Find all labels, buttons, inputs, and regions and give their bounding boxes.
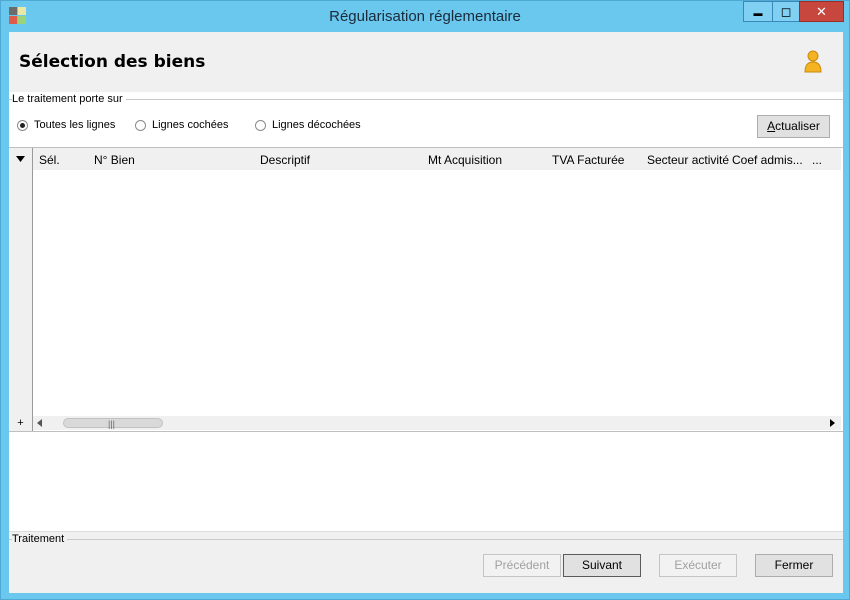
title-bar[interactable]: Régularisation réglementaire ▬ ◻ ✕ — [1, 1, 849, 32]
app-window: Régularisation réglementaire ▬ ◻ ✕ Sélec… — [0, 0, 850, 600]
grid-row-header: + — [9, 148, 33, 431]
treatment-group-line — [9, 539, 843, 540]
treatment-group-label: Traitement — [12, 533, 68, 545]
radio-unchecked-icon — [135, 119, 146, 131]
radio-all-lines[interactable]: Toutes les lignes — [17, 117, 115, 133]
details-area — [9, 432, 843, 532]
column-header-asset-number[interactable]: N° Bien — [94, 153, 135, 167]
page-header: Sélection des biens — [9, 32, 843, 92]
window-content: Sélection des biens Le traitement porte … — [9, 32, 843, 593]
radio-unchecked-icon — [255, 119, 266, 131]
radio-unchecked-lines[interactable]: Lignes décochées — [255, 117, 361, 133]
scrollbar-grip-icon: ||| — [108, 419, 116, 429]
close-icon: ✕ — [816, 4, 827, 19]
maximize-button[interactable]: ◻ — [772, 1, 800, 22]
column-header-more[interactable]: ... — [812, 153, 822, 167]
column-header-acquisition-amount[interactable]: Mt Acquisition — [428, 153, 502, 167]
scope-group-label: Le traitement porte sur — [12, 93, 126, 105]
window-title: Régularisation réglementaire — [329, 8, 521, 25]
page-title: Sélection des biens — [19, 52, 206, 72]
minimize-button[interactable]: ▬ — [743, 1, 773, 22]
column-header-activity-sector[interactable]: Secteur activité — [647, 153, 729, 167]
column-header-vat-invoiced[interactable]: TVA Facturée — [552, 153, 624, 167]
scroll-left-icon[interactable] — [37, 419, 42, 427]
column-chooser-icon[interactable] — [16, 156, 25, 162]
minimize-icon: ▬ — [753, 8, 763, 18]
radio-unchecked-lines-label: Lignes décochées — [272, 119, 361, 131]
grid-header: Sél. N° Bien Descriptif Mt Acquisition T… — [33, 148, 841, 170]
radio-checked-lines[interactable]: Lignes cochées — [135, 117, 228, 133]
previous-button[interactable]: Précédent — [483, 554, 561, 577]
column-header-selection[interactable]: Sél. — [39, 153, 60, 167]
assets-grid[interactable]: + Sél. N° Bien Descriptif Mt Acquisition… — [9, 147, 843, 432]
radio-checked-icon — [17, 119, 28, 131]
radio-all-lines-label: Toutes les lignes — [34, 119, 116, 131]
close-window-button[interactable]: ✕ — [799, 1, 844, 22]
close-button[interactable]: Fermer — [755, 554, 833, 577]
execute-button[interactable]: Exécuter — [659, 554, 737, 577]
user-icon — [804, 50, 822, 73]
next-button[interactable]: Suivant — [563, 554, 641, 577]
refresh-button[interactable]: Actualiser — [757, 115, 830, 138]
maximize-icon: ◻ — [780, 4, 792, 19]
radio-checked-lines-label: Lignes cochées — [152, 119, 229, 131]
footer: Traitement Précédent Suivant Exécuter Fe… — [9, 532, 843, 593]
scroll-right-icon[interactable] — [830, 419, 835, 427]
scrollbar-thumb[interactable]: ||| — [63, 418, 163, 429]
column-header-description[interactable]: Descriptif — [260, 153, 310, 167]
horizontal-scrollbar[interactable]: ||| — [33, 416, 841, 430]
column-header-coefficient[interactable]: Coef admis... — [732, 153, 803, 167]
expand-button[interactable]: + — [9, 416, 32, 430]
scope-group-line — [9, 99, 843, 100]
